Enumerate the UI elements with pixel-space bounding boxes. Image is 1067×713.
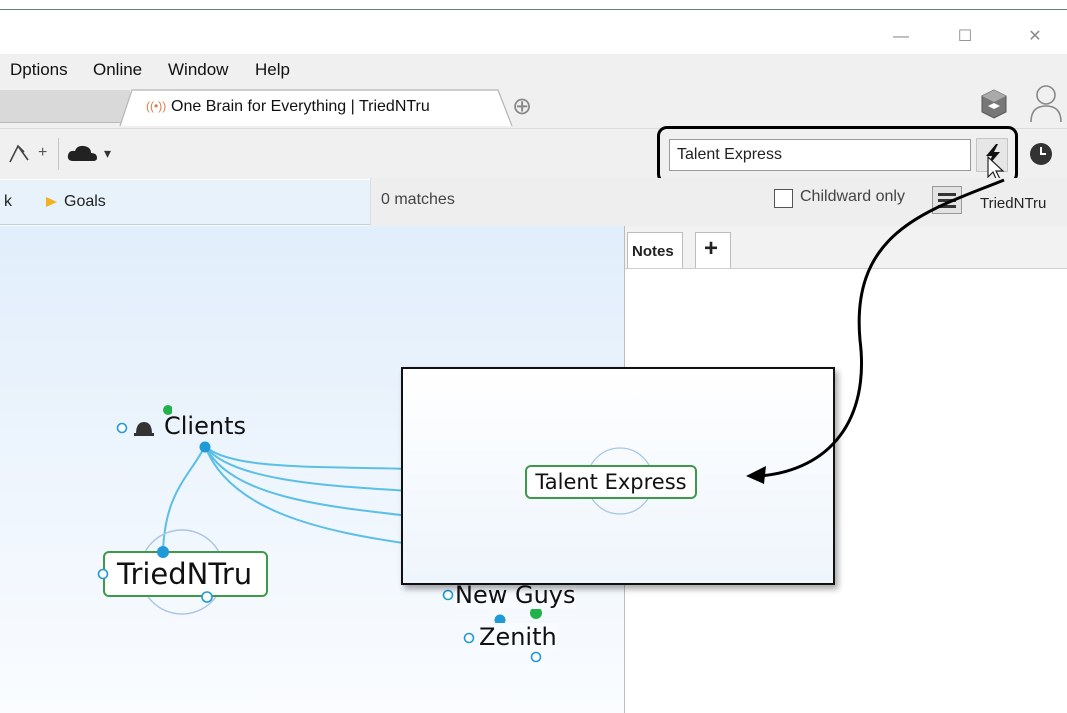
plus-icon: + — [704, 235, 719, 262]
history-clock-icon[interactable] — [1030, 143, 1052, 165]
breadcrumb: k Goals — [0, 180, 370, 225]
close-button[interactable]: ✕ — [1012, 24, 1058, 50]
cloud-dropdown-icon[interactable]: ▾ — [104, 145, 111, 162]
menu-window[interactable]: Window — [168, 60, 228, 80]
add-notes-tab-button[interactable]: + — [695, 232, 731, 268]
tab-inactive[interactable] — [0, 90, 130, 123]
toolbar-plus[interactable]: + — [38, 144, 47, 162]
matches-count: 0 matches — [381, 191, 455, 208]
minimize-button[interactable]: — — [878, 24, 924, 50]
triedntru-dots — [97, 546, 213, 603]
brain-cube-icon[interactable] — [976, 86, 1012, 122]
notes-tab-label: Notes — [632, 243, 674, 260]
link-tool-icon[interactable] — [6, 140, 34, 166]
breadcrumb-partial: k — [4, 193, 12, 210]
maximize-button[interactable]: ☐ — [942, 24, 988, 50]
menu-online[interactable]: Online — [93, 60, 142, 80]
thought-clients[interactable]: Clients — [164, 412, 246, 440]
menu-options[interactable]: Dptions — [10, 60, 68, 80]
broadcast-icon: ((•)) — [146, 99, 167, 113]
menu-help[interactable]: Help — [255, 60, 290, 80]
goal-flag-icon — [46, 197, 57, 207]
tab-active-label[interactable]: One Brain for Everything | TriedNTru — [171, 98, 430, 116]
clients-node-decor — [116, 405, 172, 436]
tab-notes[interactable]: Notes — [627, 232, 683, 268]
user-icon[interactable] — [1026, 82, 1066, 124]
cloud-icon[interactable] — [66, 143, 100, 165]
thought-talent-express[interactable]: Talent Express — [525, 465, 697, 499]
thought-zenith[interactable]: Zenith — [479, 623, 557, 651]
thought-new-guys[interactable]: New Guys — [455, 581, 576, 609]
goals-label[interactable]: Goals — [64, 193, 106, 211]
callout-arrow — [746, 178, 1005, 484]
title-bar: — ☐ ✕ — [0, 10, 1067, 54]
toolbar-separator — [58, 138, 59, 170]
add-tab-button[interactable]: ⊕ — [512, 92, 532, 121]
clients-child-dot — [199, 441, 211, 453]
menu-bar: Dptions Online Window Help — [0, 54, 1067, 86]
